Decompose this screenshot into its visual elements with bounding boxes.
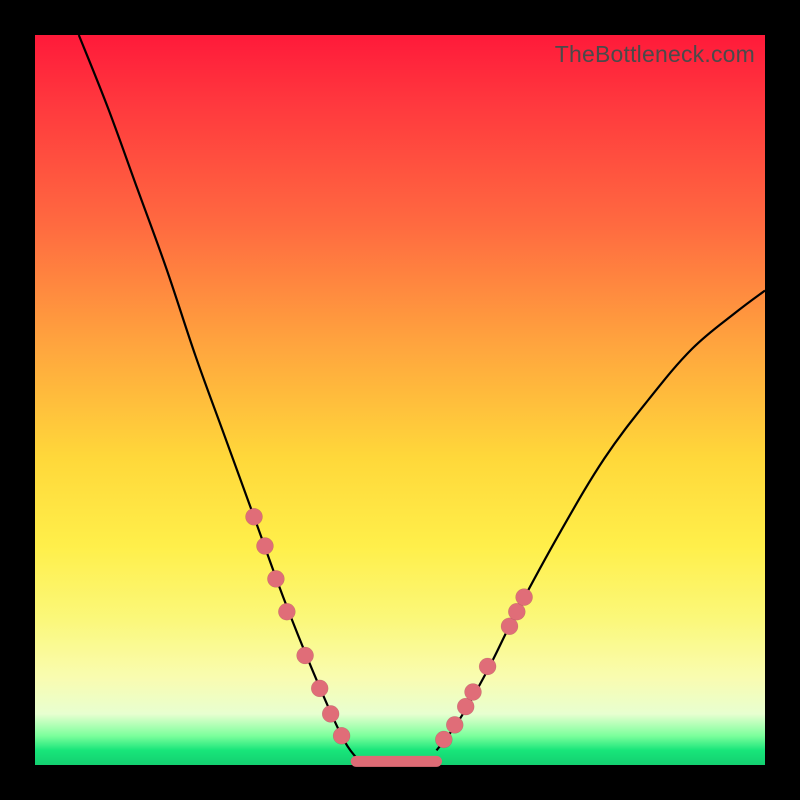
- marker-dot: [501, 618, 518, 635]
- plot-area: TheBottleneck.com: [35, 35, 765, 765]
- marker-dot: [322, 705, 339, 722]
- marker-dot: [479, 658, 496, 675]
- marker-dot: [311, 680, 328, 697]
- marker-dots: [246, 508, 533, 748]
- right-curve: [437, 291, 766, 751]
- watermark-text: TheBottleneck.com: [555, 41, 755, 68]
- marker-dot: [457, 698, 474, 715]
- outer-frame: TheBottleneck.com: [0, 0, 800, 800]
- marker-dot: [256, 538, 273, 555]
- left-curve: [79, 35, 356, 758]
- chart-svg: [35, 35, 765, 765]
- marker-dot: [508, 603, 525, 620]
- marker-dot: [465, 684, 482, 701]
- marker-dot: [297, 647, 314, 664]
- marker-dot: [246, 508, 263, 525]
- marker-dot: [435, 731, 452, 748]
- marker-dot: [278, 603, 295, 620]
- marker-dot: [267, 570, 284, 587]
- marker-dot: [333, 727, 350, 744]
- marker-dot: [446, 716, 463, 733]
- marker-dot: [516, 589, 533, 606]
